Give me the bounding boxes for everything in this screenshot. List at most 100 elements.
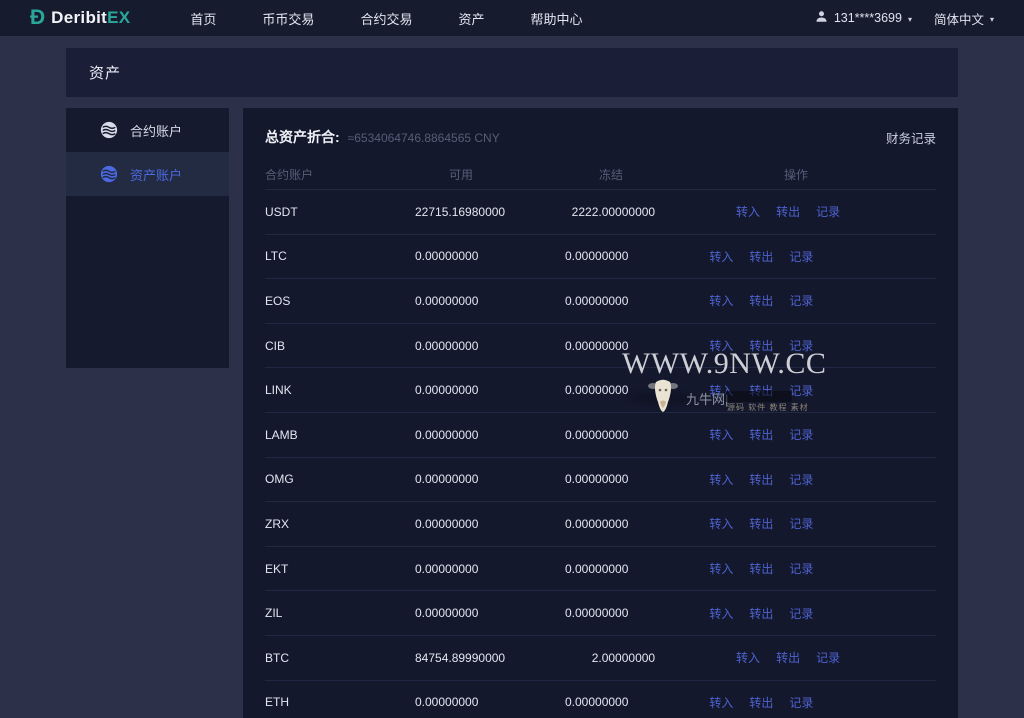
available-value: 0.00000000 (415, 249, 478, 263)
header-actions: 操作 (623, 166, 808, 183)
transfer-in-link[interactable]: 转入 (709, 560, 733, 577)
transfer-in-link[interactable]: 转入 (709, 382, 733, 399)
table-row: LAMB 0.00000000 0.00000000 转入 转出 记录 (265, 413, 936, 458)
coin-name: CIB (265, 339, 415, 353)
chevron-down-icon: ▾ (908, 15, 912, 24)
available-value: 84754.89990000 (415, 651, 505, 665)
top-navbar: Đ DeribitEX 首页 币币交易 合约交易 资产 帮助中心 131****… (0, 0, 1024, 36)
coin-name: ZRX (265, 517, 415, 531)
coin-name: ZIL (265, 606, 415, 620)
sidebar-item-asset-account[interactable]: 资产账户 (66, 152, 229, 196)
user-account-menu[interactable]: 131****3699 ▾ (815, 10, 912, 26)
table-row: EOS 0.00000000 0.00000000 转入 转出 记录 (265, 279, 936, 324)
transfer-out-link[interactable]: 转出 (749, 560, 773, 577)
header-available: 可用 (415, 166, 473, 183)
transfer-in-link[interactable]: 转入 (709, 337, 733, 354)
record-link[interactable]: 记录 (789, 471, 813, 488)
asset-table-header: 合约账户 可用 冻结 操作 (265, 160, 936, 190)
frozen-value: 0.00000000 (478, 428, 628, 442)
record-link[interactable]: 记录 (816, 203, 840, 220)
user-phone: 131****3699 (834, 11, 902, 25)
record-link[interactable]: 记录 (789, 337, 813, 354)
record-link[interactable]: 记录 (789, 382, 813, 399)
transfer-in-link[interactable]: 转入 (709, 471, 733, 488)
available-value: 0.00000000 (415, 383, 478, 397)
language-selector[interactable]: 简体中文 ▾ (934, 9, 994, 28)
financial-records-link[interactable]: 财务记录 (886, 128, 936, 147)
frozen-value: 0.00000000 (478, 249, 628, 263)
brand-name: DeribitEX (51, 8, 130, 28)
table-row: ZIL 0.00000000 0.00000000 转入 转出 记录 (265, 591, 936, 636)
header-frozen: 冻结 (473, 166, 623, 183)
nav-item-help-center[interactable]: 帮助中心 (530, 9, 582, 28)
sidebar: 合约账户 资产账户 (66, 108, 229, 368)
coin-name: LINK (265, 383, 415, 397)
coin-name: ETH (265, 695, 415, 709)
coin-name: LAMB (265, 428, 415, 442)
nav-item-assets[interactable]: 资产 (458, 9, 484, 28)
coin-name: LTC (265, 249, 415, 263)
total-assets-label: 总资产折合: (265, 127, 340, 147)
sidebar-item-label: 合约账户 (130, 121, 182, 140)
table-row: ZRX 0.00000000 0.00000000 转入 转出 记录 (265, 502, 936, 547)
transfer-out-link[interactable]: 转出 (749, 694, 773, 711)
record-link[interactable]: 记录 (789, 426, 813, 443)
available-value: 0.00000000 (415, 339, 478, 353)
user-icon (815, 10, 828, 26)
record-link[interactable]: 记录 (789, 248, 813, 265)
transfer-in-link[interactable]: 转入 (736, 203, 760, 220)
transfer-in-link[interactable]: 转入 (709, 292, 733, 309)
frozen-value: 2222.00000000 (505, 205, 655, 219)
sidebar-item-contract-account[interactable]: 合约账户 (66, 108, 229, 152)
header-contract-account: 合约账户 (265, 166, 415, 183)
available-value: 22715.16980000 (415, 205, 505, 219)
page-title-banner: 资产 (66, 48, 958, 97)
transfer-out-link[interactable]: 转出 (776, 203, 800, 220)
record-link[interactable]: 记录 (789, 515, 813, 532)
transfer-in-link[interactable]: 转入 (709, 426, 733, 443)
record-link[interactable]: 记录 (789, 292, 813, 309)
available-value: 0.00000000 (415, 428, 478, 442)
nav-item-home[interactable]: 首页 (190, 9, 216, 28)
transfer-out-link[interactable]: 转出 (749, 471, 773, 488)
coin-name: EKT (265, 562, 415, 576)
coin-name: USDT (265, 205, 415, 219)
frozen-value: 0.00000000 (478, 339, 628, 353)
frozen-value: 0.00000000 (478, 695, 628, 709)
transfer-in-link[interactable]: 转入 (709, 248, 733, 265)
transfer-out-link[interactable]: 转出 (749, 337, 773, 354)
transfer-in-link[interactable]: 转入 (709, 694, 733, 711)
nav-item-contract-trade[interactable]: 合约交易 (360, 9, 412, 28)
record-link[interactable]: 记录 (789, 694, 813, 711)
page-title: 资产 (89, 62, 121, 83)
record-link[interactable]: 记录 (816, 649, 840, 666)
table-row: CIB 0.00000000 0.00000000 转入 转出 记录 (265, 324, 936, 369)
transfer-out-link[interactable]: 转出 (776, 649, 800, 666)
table-row: USDT 22715.16980000 2222.00000000 转入 转出 … (265, 190, 936, 235)
table-row: EKT 0.00000000 0.00000000 转入 转出 记录 (265, 547, 936, 592)
transfer-out-link[interactable]: 转出 (749, 426, 773, 443)
brand-logo[interactable]: Đ DeribitEX (30, 8, 130, 29)
table-row: OMG 0.00000000 0.00000000 转入 转出 记录 (265, 458, 936, 503)
transfer-in-link[interactable]: 转入 (736, 649, 760, 666)
nav-item-spot-trade[interactable]: 币币交易 (262, 9, 314, 28)
coin-name: BTC (265, 651, 415, 665)
transfer-out-link[interactable]: 转出 (749, 382, 773, 399)
record-link[interactable]: 记录 (789, 560, 813, 577)
frozen-value: 0.00000000 (478, 517, 628, 531)
frozen-value: 0.00000000 (478, 472, 628, 486)
frozen-value: 0.00000000 (478, 562, 628, 576)
table-row: LTC 0.00000000 0.00000000 转入 转出 记录 (265, 235, 936, 280)
total-assets-value: ≈6534064746.8864565 CNY (348, 131, 500, 145)
available-value: 0.00000000 (415, 695, 478, 709)
transfer-out-link[interactable]: 转出 (749, 292, 773, 309)
transfer-out-link[interactable]: 转出 (749, 605, 773, 622)
transfer-out-link[interactable]: 转出 (749, 248, 773, 265)
asset-table-body: USDT 22715.16980000 2222.00000000 转入 转出 … (243, 190, 958, 718)
available-value: 0.00000000 (415, 517, 478, 531)
record-link[interactable]: 记录 (789, 605, 813, 622)
transfer-in-link[interactable]: 转入 (709, 605, 733, 622)
transfer-in-link[interactable]: 转入 (709, 515, 733, 532)
transfer-out-link[interactable]: 转出 (749, 515, 773, 532)
deribitex-logo-icon: Đ (30, 7, 45, 28)
